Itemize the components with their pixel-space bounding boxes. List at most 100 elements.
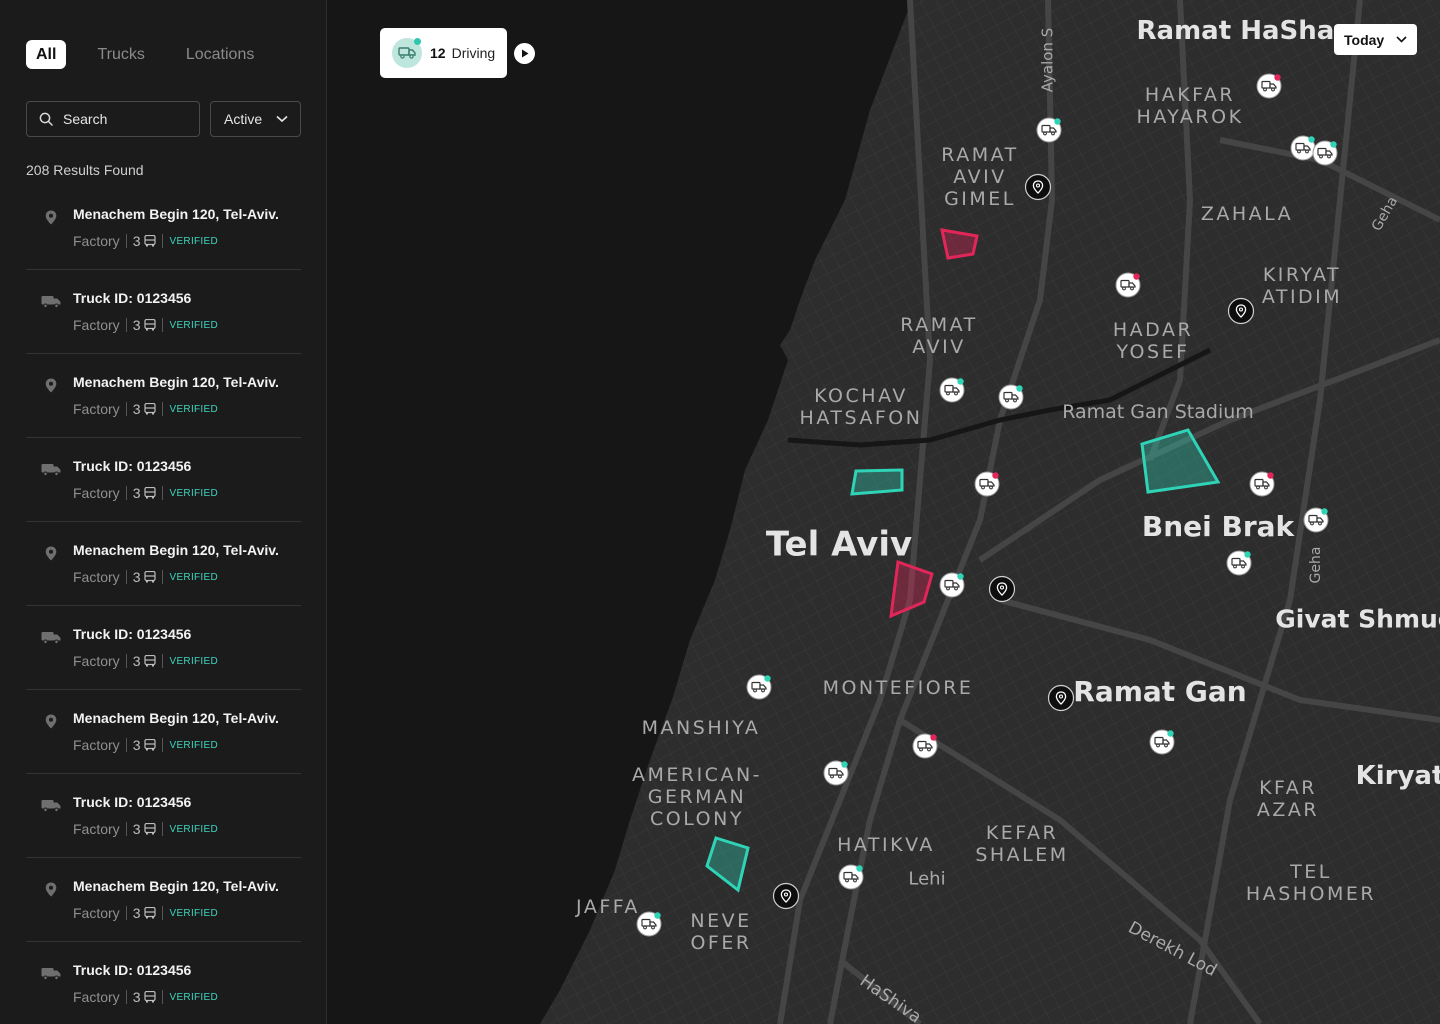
chevron-down-icon (276, 115, 288, 123)
list-item-meta: Factory 3 VERIFIED (73, 653, 218, 669)
truck-marker[interactable] (1249, 471, 1275, 497)
divider (125, 402, 127, 416)
location-pin-icon (40, 878, 62, 900)
truck-marker[interactable] (1303, 507, 1329, 533)
list-item[interactable]: Truck ID: 0123456 Factory 3 VERIFIED (26, 270, 301, 354)
truck-marker[interactable] (1115, 272, 1141, 298)
vehicle-icon (144, 739, 157, 751)
list-item-count: 3 (132, 737, 141, 753)
play-icon (521, 49, 528, 58)
list-item[interactable]: Menachem Begin 120, Tel-Aviv. Factory 3 VER… (26, 354, 301, 438)
driving-status-chip[interactable]: 12 Driving (380, 28, 507, 78)
vehicle-icon (144, 319, 157, 331)
truck-marker[interactable] (1226, 550, 1252, 576)
tab-trucks[interactable]: Trucks (87, 40, 154, 69)
sidebar: All Trucks Locations Active 208 Results … (0, 0, 327, 1024)
list-item[interactable]: Menachem Begin 120, Tel-Aviv. Factory 3 VER… (26, 690, 301, 774)
list-item[interactable]: Menachem Begin 120, Tel-Aviv. Factory 3 VER… (26, 186, 301, 270)
driving-count: 12 (430, 45, 446, 61)
verified-badge: VERIFIED (169, 571, 219, 583)
status-filter-dropdown[interactable]: Active (210, 101, 301, 137)
truck-marker[interactable] (912, 733, 938, 759)
truck-marker[interactable] (838, 864, 864, 890)
verified-badge: VERIFIED (169, 655, 219, 667)
search-input[interactable] (63, 111, 183, 127)
list-item-count: 3 (132, 989, 141, 1005)
location-pin-icon (40, 710, 62, 732)
tab-all[interactable]: All (26, 40, 67, 69)
truck-marker[interactable] (1290, 135, 1316, 161)
divider (162, 486, 164, 500)
verified-badge: VERIFIED (169, 319, 219, 331)
list-item-type: Factory (73, 317, 120, 333)
search-icon (39, 112, 53, 126)
truck-marker[interactable] (746, 674, 772, 700)
list-item-meta: Factory 3 VERIFIED (73, 989, 218, 1005)
list-item-title: Truck ID: 0123456 (73, 458, 192, 474)
location-marker[interactable] (1227, 297, 1255, 325)
truck-marker[interactable] (939, 377, 965, 403)
divider (162, 570, 164, 584)
divider (162, 906, 164, 920)
location-marker[interactable] (1024, 173, 1052, 201)
vehicle-icon (144, 655, 157, 667)
list-item-meta: Factory 3 VERIFIED (73, 317, 218, 333)
tab-locations[interactable]: Locations (176, 40, 265, 69)
vehicle-icon (144, 991, 157, 1003)
truck-marker[interactable] (636, 911, 662, 937)
search-box[interactable] (26, 101, 200, 137)
truck-marker[interactable] (974, 471, 1000, 497)
list-item-count: 3 (132, 317, 141, 333)
list-item[interactable]: Truck ID: 0123456 Factory 3 VERIFIED (26, 438, 301, 522)
truck-icon (40, 794, 62, 816)
list-item-meta: Factory 3 VERIFIED (73, 821, 218, 837)
divider (125, 654, 127, 668)
truck-marker[interactable] (1256, 73, 1282, 99)
truck-icon (40, 962, 62, 984)
truck-marker[interactable] (1149, 729, 1175, 755)
list-item[interactable]: Menachem Begin 120, Tel-Aviv. Factory 3 VER… (26, 858, 301, 942)
list-item-type: Factory (73, 485, 120, 501)
location-marker[interactable] (988, 575, 1016, 603)
list-item-count: 3 (132, 821, 141, 837)
location-pin-icon (40, 542, 62, 564)
status-dot (414, 38, 421, 45)
truck-marker[interactable] (939, 572, 965, 598)
truck-marker[interactable] (823, 760, 849, 786)
divider (125, 738, 127, 752)
divider (125, 570, 127, 584)
date-filter-dropdown[interactable]: Today (1334, 24, 1417, 55)
list-item-title: Menachem Begin 120, Tel-Aviv. (73, 710, 279, 726)
divider (162, 654, 164, 668)
map-markers (636, 73, 1338, 937)
truck-marker[interactable] (1312, 140, 1338, 166)
list-item-title: Truck ID: 0123456 (73, 626, 192, 642)
play-button[interactable] (514, 43, 535, 64)
location-marker[interactable] (772, 882, 800, 910)
driving-label: Driving (451, 45, 496, 61)
truck-icon (392, 38, 422, 68)
verified-badge: VERIFIED (169, 991, 219, 1003)
vehicle-icon (144, 487, 157, 499)
truck-icon (40, 290, 62, 312)
vehicle-icon (144, 235, 157, 247)
list-item-type: Factory (73, 821, 120, 837)
location-marker[interactable] (1047, 684, 1075, 712)
divider (162, 738, 164, 752)
results-list: Menachem Begin 120, Tel-Aviv. Factory 3 VER… (26, 186, 301, 1024)
list-item-meta: Factory 3 VERIFIED (73, 401, 218, 417)
list-item[interactable]: Truck ID: 0123456 Factory 3 VERIFIED (26, 606, 301, 690)
list-item-type: Factory (73, 989, 120, 1005)
truck-marker[interactable] (998, 384, 1024, 410)
truck-marker[interactable] (1036, 117, 1062, 143)
verified-badge: VERIFIED (169, 739, 219, 751)
map-view[interactable]: Ramat HaSharon HAKFAR HAYAROK RAMAT AVIV G… (328, 0, 1440, 1024)
verified-badge: VERIFIED (169, 403, 219, 415)
list-item-meta: Factory 3 VERIFIED (73, 569, 218, 585)
tab-bar: All Trucks Locations (26, 40, 285, 69)
divider (125, 234, 127, 248)
list-item[interactable]: Truck ID: 0123456 Factory 3 VERIFIED (26, 942, 301, 1024)
location-pin-icon (40, 374, 62, 396)
list-item[interactable]: Menachem Begin 120, Tel-Aviv. Factory 3 VER… (26, 522, 301, 606)
list-item[interactable]: Truck ID: 0123456 Factory 3 VERIFIED (26, 774, 301, 858)
